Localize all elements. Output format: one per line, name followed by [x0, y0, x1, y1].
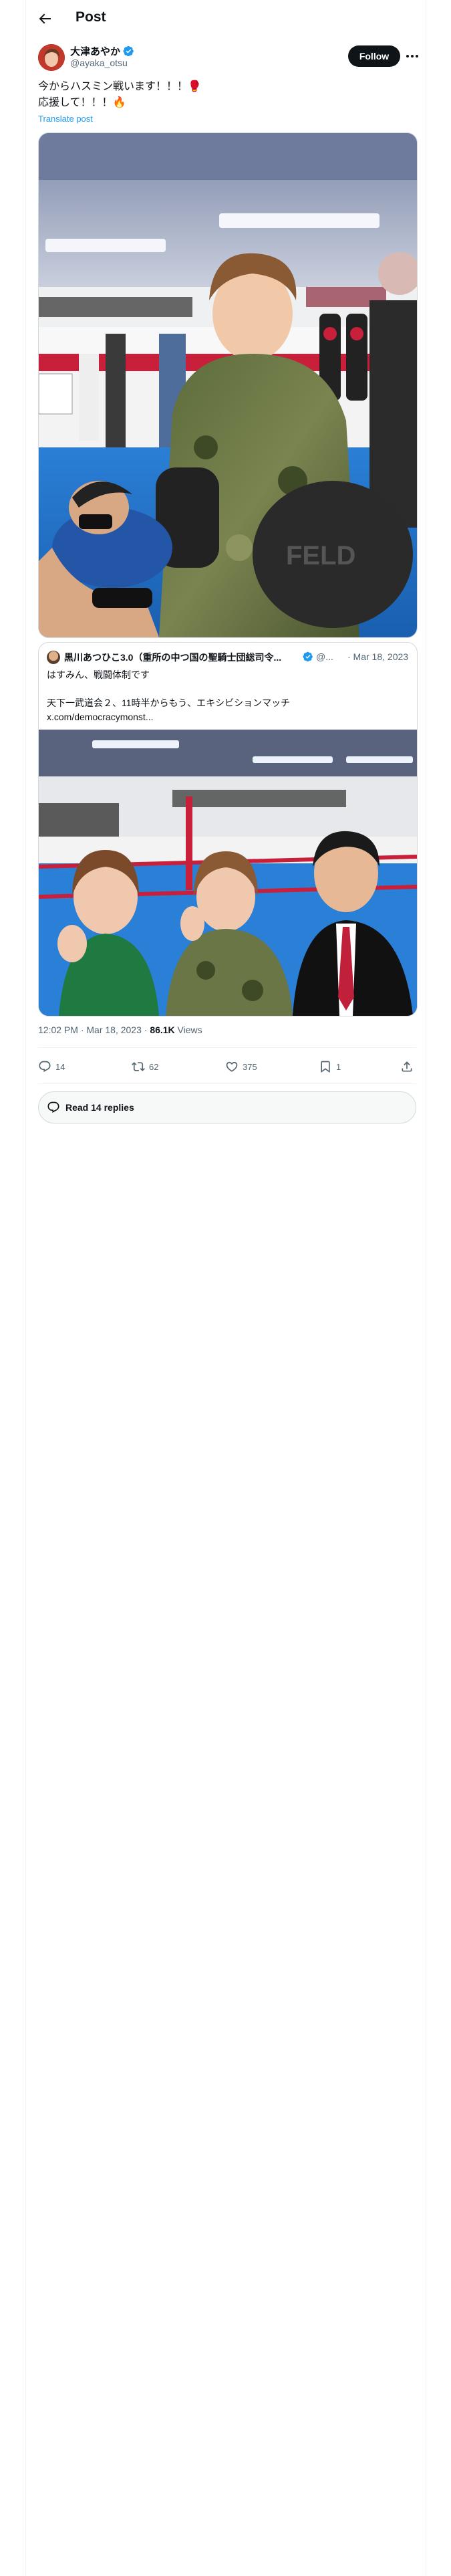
post-timestamp[interactable]: 12:02 PM · Mar 18, 2023 ·: [38, 1025, 150, 1035]
translate-post-link[interactable]: Translate post: [38, 114, 93, 124]
quoted-author-avatar: [47, 651, 60, 664]
repost-icon: [132, 1062, 145, 1071]
read-replies-label: Read 14 replies: [65, 1102, 134, 1113]
post-text-line: 今からハスミン戦います！！！🥊: [38, 81, 201, 92]
quoted-text-line: [47, 682, 408, 696]
divider: [38, 1047, 416, 1048]
read-replies-button[interactable]: Read 14 replies: [38, 1091, 416, 1123]
action-bar: 14 62 375 1: [38, 1055, 416, 1078]
views-count: 86.1K: [150, 1025, 175, 1035]
quoted-author-name: 黒川あつひこ3.0（重所の中つ国の聖騎士団総司令...: [64, 652, 282, 663]
bookmark-button[interactable]: 1: [319, 1055, 341, 1078]
follow-button[interactable]: Follow: [348, 45, 400, 67]
quoted-link-text[interactable]: x.com/democracymonst...: [47, 710, 408, 724]
quoted-text-line: 天下一武道会２、11時半からもう、エキシビションマッチ: [47, 697, 291, 708]
verified-badge-icon: [303, 651, 313, 662]
like-count: 375: [243, 1061, 257, 1072]
quoted-post-text: はすみん、戦闘体制です 天下一武道会２、11時半からもう、エキシビションマッチ …: [47, 668, 408, 724]
views-label: Views: [174, 1025, 202, 1035]
quoted-post-photo[interactable]: [39, 730, 417, 1016]
author-handle[interactable]: @ayaka_otsu: [70, 58, 128, 68]
share-button[interactable]: [400, 1055, 414, 1078]
reply-icon: [39, 1061, 51, 1072]
author-name[interactable]: 大津あやか: [70, 44, 120, 58]
more-options-icon[interactable]: [404, 48, 420, 64]
reply-icon: [47, 1101, 59, 1113]
post-text: 今からハスミン戦います！！！🥊 応援して！！！🔥: [38, 79, 201, 111]
repost-button[interactable]: 62: [132, 1055, 158, 1078]
quoted-post-date: · Mar 18, 2023: [347, 651, 409, 662]
bookmark-count: 1: [336, 1061, 341, 1072]
repost-count: 62: [149, 1061, 159, 1072]
svg-text:FELD: FELD: [286, 541, 355, 570]
like-button[interactable]: 375: [225, 1055, 257, 1078]
share-icon: [402, 1061, 412, 1072]
post-text-line: 応援して！！！🔥: [38, 97, 126, 108]
divider: [38, 1083, 416, 1084]
post-meta: 12:02 PM · Mar 18, 2023 · 86.1K Views: [38, 1025, 202, 1035]
heart-icon: [226, 1061, 238, 1072]
verified-badge-icon: [123, 45, 134, 57]
quoted-text-line: はすみん、戦闘体制です: [47, 669, 150, 680]
post-photo[interactable]: FELD: [38, 132, 418, 638]
top-bar: Post: [26, 0, 426, 37]
quoted-post[interactable]: 黒川あつひこ3.0（重所の中つ国の聖騎士団総司令... @... · Mar 1…: [38, 642, 418, 1016]
back-arrow-icon[interactable]: [37, 11, 53, 27]
quoted-author-handle: @...: [316, 651, 333, 662]
avatar[interactable]: [38, 44, 65, 71]
reply-button[interactable]: 14: [38, 1055, 65, 1078]
post-column: Post 大津あやか @ayaka_otsu Follow 今からハスミン戦いま…: [25, 0, 426, 2576]
bookmark-icon: [321, 1061, 330, 1073]
page-title: Post: [76, 9, 106, 25]
reply-count: 14: [55, 1061, 65, 1072]
author-name-row[interactable]: 大津あやか: [70, 44, 134, 58]
